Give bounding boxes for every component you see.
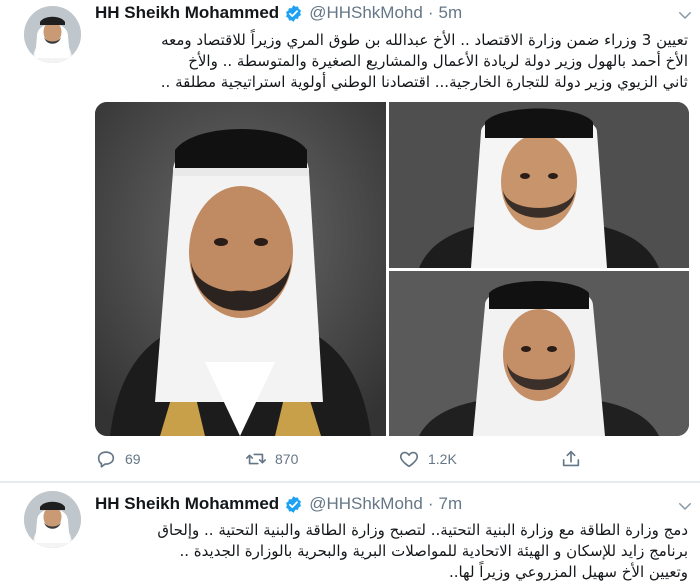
share-icon [562, 450, 580, 467]
verified-badge-icon [286, 495, 302, 513]
author-name[interactable]: HH Sheikh Mohammed [95, 494, 279, 514]
reply-count: 69 [125, 451, 141, 467]
author-handle[interactable]: @HHShkMohd [309, 494, 423, 514]
chevron-down-icon[interactable] [676, 6, 694, 24]
meta-separator: · [427, 494, 434, 513]
tweet-card-1[interactable]: HH Sheikh Mohammed @HHShkMohd · 5m تعيين… [0, 0, 700, 482]
portrait-image [389, 102, 689, 268]
author-handle[interactable]: @HHShkMohd [309, 3, 423, 23]
author-name[interactable]: HH Sheikh Mohammed [95, 3, 279, 23]
avatar-portrait-icon [24, 6, 81, 63]
tweet-actions: 69 870 1.2K [95, 445, 615, 473]
tweet-text-line: تعيين 3 وزراء ضمن وزارة الاقتصاد .. الأخ… [161, 31, 688, 49]
tweet-text: دمج وزارة الطاقة مع وزارة البنية التحتية… [88, 520, 688, 583]
retweet-icon [246, 453, 266, 465]
like-count: 1.2K [428, 451, 457, 467]
retweet-button[interactable]: 870 [245, 445, 298, 473]
reply-icon [97, 451, 115, 468]
tweet-text-line: برنامج زايد للإسكان و الهيئة الاتحادية ل… [179, 542, 688, 560]
tweet-text-line: وتعيين الأخ سهيل المزروعي وزيراً لها.. [448, 563, 688, 581]
portrait-image [389, 271, 689, 436]
tweet-card-2[interactable]: HH Sheikh Mohammed @HHShkMohd · 7m دمج و… [0, 483, 700, 584]
portrait-photo-top-right[interactable] [389, 102, 689, 268]
meta-separator: · [427, 3, 434, 22]
reply-button[interactable]: 69 [95, 445, 141, 473]
tweet-timestamp[interactable]: 7m [439, 494, 463, 514]
author-avatar[interactable] [24, 6, 81, 63]
tweet-header: HH Sheikh Mohammed @HHShkMohd · 7m [95, 493, 462, 515]
tweet-text-line: دمج وزارة الطاقة مع وزارة البنية التحتية… [157, 521, 688, 539]
heart-icon [399, 451, 419, 468]
share-button[interactable] [560, 445, 590, 473]
retweet-count: 870 [275, 451, 299, 467]
tweet-header: HH Sheikh Mohammed @HHShkMohd · 5m [95, 2, 462, 24]
tweet-text-line: الأخ أحمد بالهول وزير دولة لريادة الأعما… [188, 52, 688, 70]
portrait-photo-bottom-right[interactable] [389, 271, 689, 436]
tweet-text-line: ثاني الزيوي وزير دولة للتجارة الخارجية..… [160, 73, 688, 91]
chevron-down-icon[interactable] [676, 497, 694, 515]
portrait-image [95, 102, 386, 436]
avatar-portrait-icon [24, 491, 81, 548]
like-button[interactable]: 1.2K [398, 445, 457, 473]
tweet-text: تعيين 3 وزراء ضمن وزارة الاقتصاد .. الأخ… [88, 30, 688, 93]
portrait-photo-large[interactable] [95, 102, 386, 436]
tweet-media-grid [95, 102, 689, 436]
tweet-timestamp[interactable]: 5m [439, 3, 463, 23]
author-avatar[interactable] [24, 491, 81, 548]
verified-badge-icon [286, 4, 302, 22]
